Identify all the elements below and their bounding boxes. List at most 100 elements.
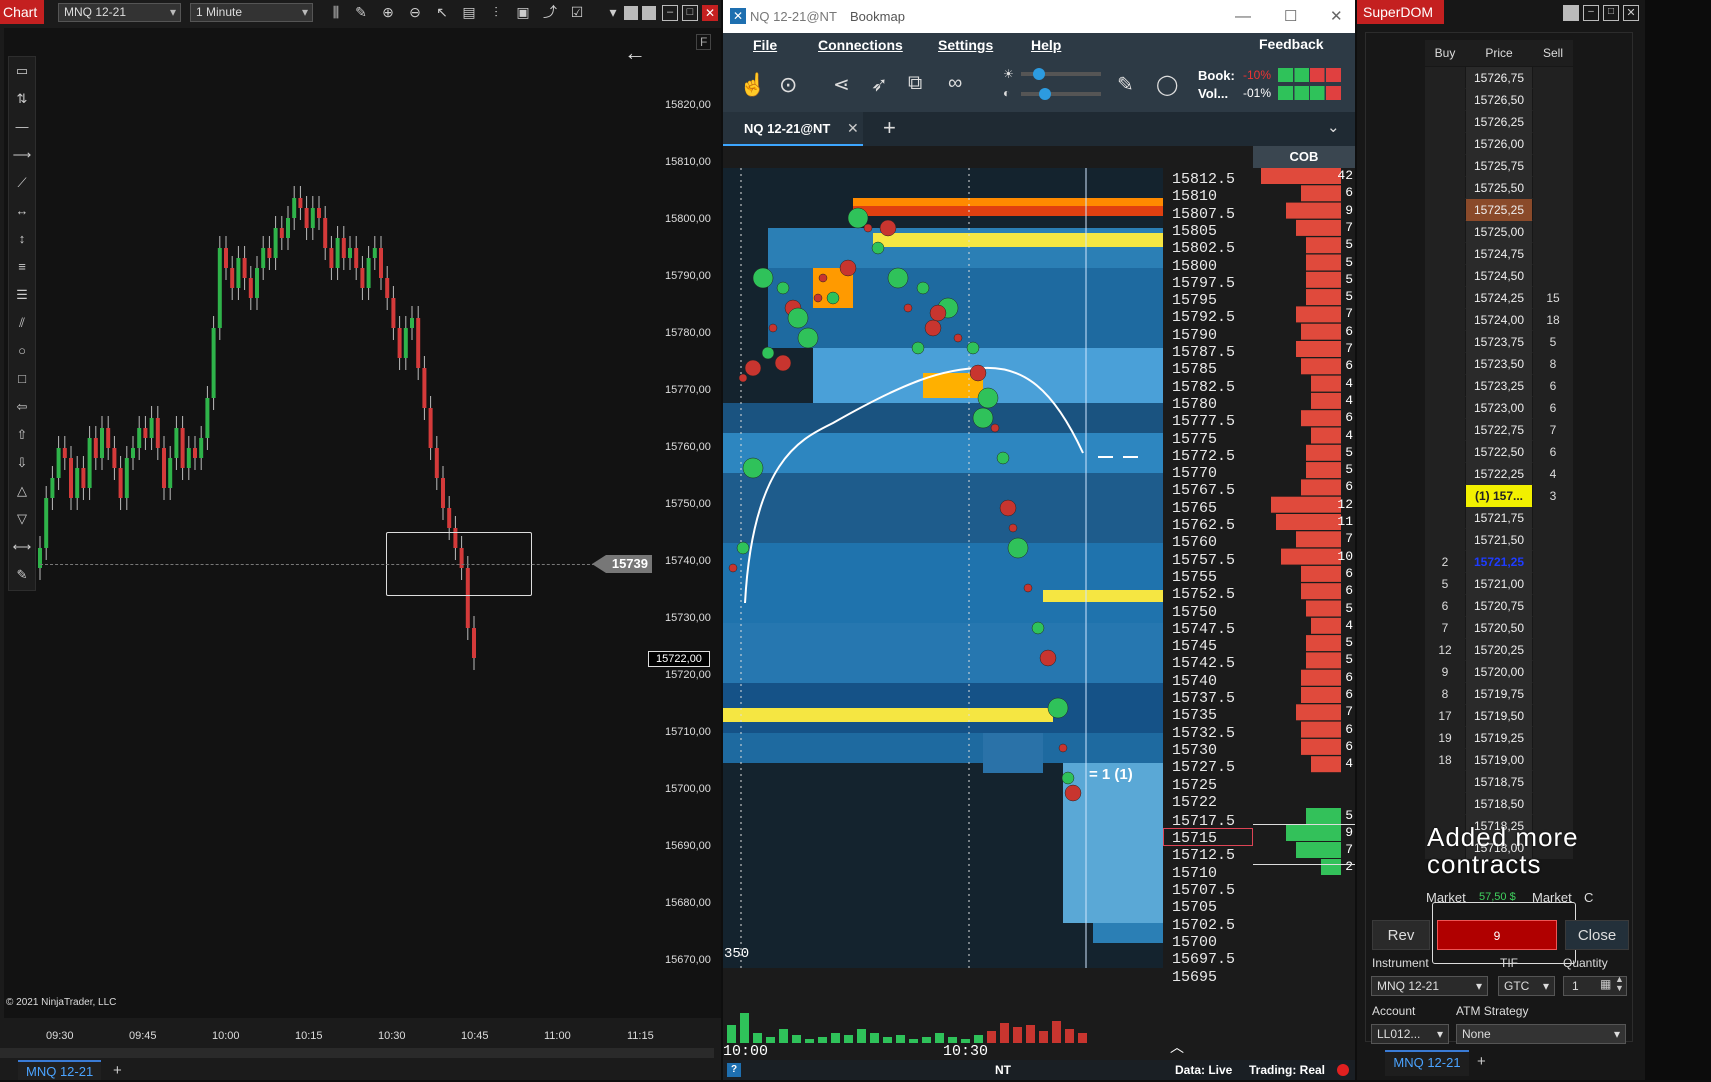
sell-cell[interactable]: [1533, 265, 1573, 287]
layers-icon[interactable]: ⧉: [908, 72, 922, 95]
price-cell[interactable]: 15723,50: [1466, 353, 1532, 375]
buy-cell[interactable]: [1425, 199, 1465, 221]
add-tab-button[interactable]: +: [883, 115, 896, 141]
triangle-up-icon[interactable]: △: [9, 477, 35, 505]
buy-cell[interactable]: 8: [1425, 683, 1465, 705]
menu-connections[interactable]: Connections: [818, 37, 903, 53]
sell-cell[interactable]: [1533, 133, 1573, 155]
data-box-icon[interactable]: ▤: [459, 2, 479, 22]
price-cell[interactable]: 15718,50: [1466, 793, 1532, 815]
ray-icon[interactable]: ⟶: [9, 141, 35, 169]
buy-cell[interactable]: [1425, 309, 1465, 331]
properties-icon[interactable]: ☑: [567, 2, 587, 22]
buy-cell[interactable]: [1425, 287, 1465, 309]
sell-cell[interactable]: [1533, 639, 1573, 661]
price-cell[interactable]: (1) 157...: [1466, 485, 1532, 507]
sell-cell[interactable]: [1533, 177, 1573, 199]
sell-cell[interactable]: [1533, 705, 1573, 727]
price-chart-plot[interactable]: [4, 28, 655, 1018]
chart-trader-icon[interactable]: ⤴: [540, 2, 560, 22]
chevron-down-icon[interactable]: ⌄: [1327, 118, 1340, 136]
bar-type-icon[interactable]: ⫼: [326, 2, 346, 22]
maximize-icon[interactable]: ☐: [1284, 0, 1297, 33]
buy-cell[interactable]: [1425, 529, 1465, 551]
price-cell[interactable]: 15724,00: [1466, 309, 1532, 331]
add-tab-button[interactable]: +: [1477, 1053, 1486, 1070]
account-select[interactable]: LL012...: [1371, 1024, 1449, 1044]
fib-extension-icon[interactable]: ☰: [9, 281, 35, 309]
buy-cell[interactable]: [1425, 485, 1465, 507]
buy-cell[interactable]: [1425, 133, 1465, 155]
f-button[interactable]: F: [696, 34, 712, 50]
add-tab-button[interactable]: +: [113, 1062, 122, 1079]
price-cell[interactable]: 15726,50: [1466, 89, 1532, 111]
contrast-slider[interactable]: [1021, 92, 1101, 96]
buy-cell[interactable]: [1425, 67, 1465, 89]
sell-cell[interactable]: 8: [1533, 353, 1573, 375]
buy-cell[interactable]: 9: [1425, 661, 1465, 683]
risk-reward-icon[interactable]: ⇅: [9, 85, 35, 113]
contrast-slider-handle[interactable]: [1039, 88, 1051, 100]
price-cell[interactable]: 15718,75: [1466, 771, 1532, 793]
measure-icon[interactable]: ⟷: [9, 533, 35, 561]
minimize-icon[interactable]: —: [1235, 0, 1251, 33]
fib-retracement-icon[interactable]: ≡: [9, 253, 35, 281]
price-cell[interactable]: 15724,75: [1466, 243, 1532, 265]
sell-cell[interactable]: [1533, 771, 1573, 793]
horizontal-scrollbar[interactable]: [0, 1048, 714, 1058]
tile-alt-icon[interactable]: [642, 6, 656, 20]
atm-strategy-select[interactable]: None: [1456, 1024, 1626, 1044]
close-icon[interactable]: ✕: [1330, 0, 1343, 33]
chart-window-title[interactable]: Chart: [0, 0, 44, 24]
close-tab-icon[interactable]: ✕: [847, 120, 859, 137]
buy-cell[interactable]: [1425, 441, 1465, 463]
price-cell[interactable]: 15724,25: [1466, 287, 1532, 309]
buy-cell[interactable]: [1425, 771, 1465, 793]
tile-icon[interactable]: [624, 6, 638, 20]
arrow-up-icon[interactable]: ⇧: [9, 421, 35, 449]
price-cell[interactable]: 15726,00: [1466, 133, 1532, 155]
extended-line-icon[interactable]: ⟋: [9, 169, 35, 197]
sell-cell[interactable]: [1533, 67, 1573, 89]
recenter-icon[interactable]: ⊙: [779, 72, 797, 98]
sell-cell[interactable]: [1533, 155, 1573, 177]
zoom-in-icon[interactable]: ⊕: [378, 2, 398, 22]
price-cell[interactable]: 15719,00: [1466, 749, 1532, 771]
text-icon[interactable]: ⇦: [9, 393, 35, 421]
back-arrow-icon[interactable]: ←: [624, 40, 646, 66]
position-quantity[interactable]: 9: [1437, 920, 1557, 950]
rocket-icon[interactable]: ➶: [871, 72, 888, 97]
price-cell[interactable]: 15720,25: [1466, 639, 1532, 661]
minimize-icon[interactable]: –: [662, 5, 678, 21]
vertical-line-icon[interactable]: ↕: [9, 225, 35, 253]
price-cell[interactable]: 15721,50: [1466, 529, 1532, 551]
rectangle-icon[interactable]: □: [9, 365, 35, 393]
price-cell[interactable]: 15720,75: [1466, 595, 1532, 617]
sell-cell[interactable]: 5: [1533, 331, 1573, 353]
sell-cell[interactable]: [1533, 727, 1573, 749]
price-cell[interactable]: 15720,00: [1466, 661, 1532, 683]
price-ladder[interactable]: 15812.5 15810 15807.5 15805 15802.5 15800 1579…: [1163, 168, 1253, 1043]
sell-cell[interactable]: 7: [1533, 419, 1573, 441]
pencil-icon[interactable]: ✎: [1117, 72, 1134, 97]
price-cell[interactable]: 15726,25: [1466, 111, 1532, 133]
buy-cell[interactable]: [1425, 265, 1465, 287]
sell-cell[interactable]: 15: [1533, 287, 1573, 309]
sell-cell[interactable]: [1533, 793, 1573, 815]
horizontal-line-icon[interactable]: ↔: [9, 197, 35, 225]
channel-icon[interactable]: ⫽: [9, 309, 35, 337]
sell-cell[interactable]: [1533, 199, 1573, 221]
sell-cell[interactable]: [1533, 529, 1573, 551]
buy-cell[interactable]: 5: [1425, 573, 1465, 595]
draw-pencil-icon[interactable]: ✎: [351, 2, 371, 22]
sell-cell[interactable]: [1533, 243, 1573, 265]
ruler-icon[interactable]: ▭: [9, 57, 35, 85]
link-icon[interactable]: ∞: [948, 72, 962, 95]
sell-cell[interactable]: [1533, 617, 1573, 639]
sell-cell[interactable]: [1533, 749, 1573, 771]
sell-cell[interactable]: [1533, 111, 1573, 133]
buy-cell[interactable]: [1425, 155, 1465, 177]
sell-cell[interactable]: [1533, 89, 1573, 111]
buy-cell[interactable]: [1425, 463, 1465, 485]
price-cell[interactable]: 15726,75: [1466, 67, 1532, 89]
